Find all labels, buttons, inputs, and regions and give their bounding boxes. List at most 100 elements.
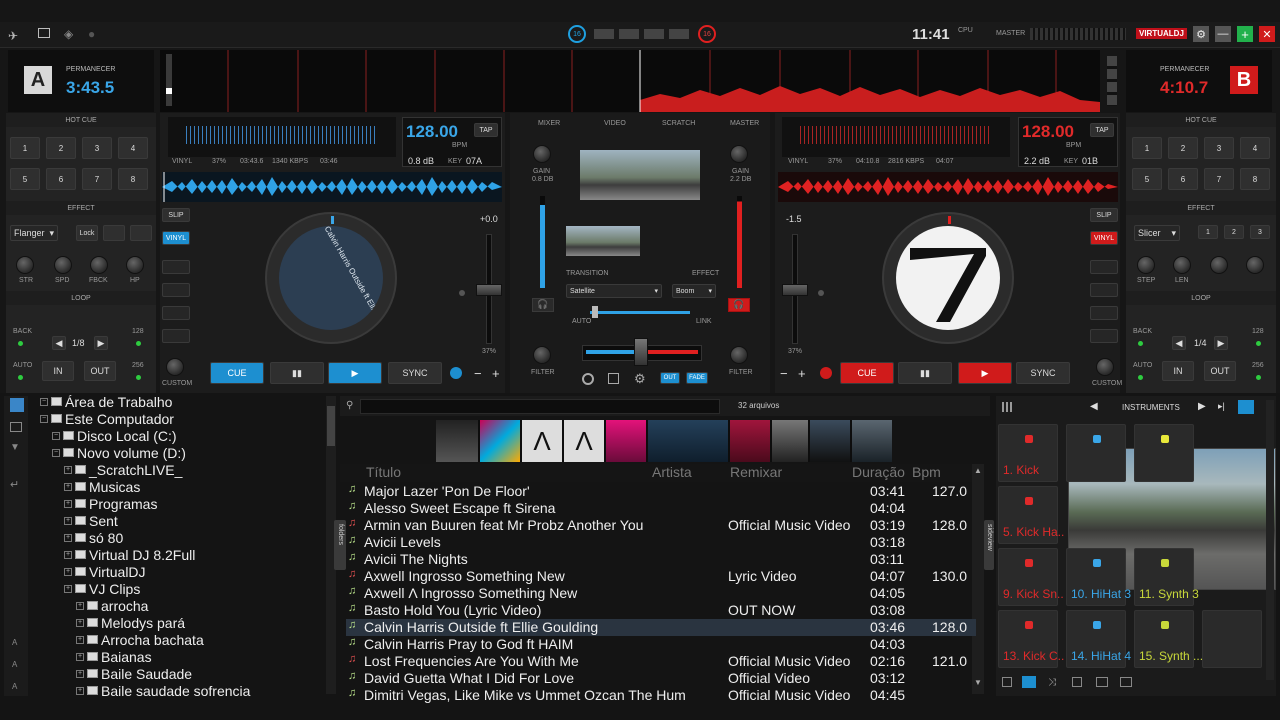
loop-prev-b[interactable]: ◀	[1172, 336, 1186, 350]
tree-item[interactable]: + Virtual DJ 8.2Full	[64, 546, 195, 563]
deck-a-pad-4[interactable]	[162, 329, 190, 343]
track-row[interactable]: ♫ Axwell Λ Ingrosso Something New 04:05	[346, 585, 976, 602]
cover-9[interactable]	[810, 420, 850, 462]
expand-icon[interactable]: +	[76, 618, 84, 627]
deck-b-pad-2[interactable]	[1090, 283, 1118, 297]
deck-b-custom-knob[interactable]	[1096, 358, 1114, 376]
deck-b-hotcue-3[interactable]: 3	[1204, 137, 1234, 159]
sampler-pad[interactable]	[1134, 424, 1194, 482]
deck-b-slip[interactable]: SLIP	[1090, 208, 1118, 222]
tree-item[interactable]: + Programas	[64, 495, 157, 512]
broadcast-icon[interactable]: ◈	[64, 27, 73, 41]
browser-filter-icon[interactable]: ▼	[10, 442, 20, 453]
deck-b-hotcue-2[interactable]: 2	[1168, 137, 1198, 159]
overview-side-buttons[interactable]	[1107, 56, 1117, 106]
track-row[interactable]: ♫ Calvin Harris Outside ft Ellie Goulding…	[346, 619, 976, 636]
loop-out-b[interactable]: OUT	[1204, 361, 1236, 381]
deck-a-play[interactable]: ▶	[328, 362, 382, 384]
back-led-b[interactable]	[1138, 341, 1143, 346]
expand-icon[interactable]: −	[40, 414, 48, 423]
sampler-next[interactable]: ▶	[1198, 401, 1206, 412]
browser-a2-icon[interactable]: A	[12, 660, 17, 669]
deck-b-pause[interactable]: ▮▮	[898, 362, 952, 384]
tree-scroll-thumb[interactable]	[327, 406, 335, 446]
n128-led-a[interactable]	[136, 341, 141, 346]
expand-icon[interactable]: +	[64, 567, 72, 576]
effect-select[interactable]: Boom ▾	[672, 284, 716, 298]
sampler-pad[interactable]: 5. Kick Ha..	[998, 486, 1064, 544]
deck-b-tap[interactable]: TAP	[1090, 123, 1114, 137]
window-icon[interactable]	[38, 28, 50, 38]
deck-a-sync-icon[interactable]	[450, 367, 462, 379]
search-input[interactable]	[360, 399, 720, 414]
expand-icon[interactable]: +	[64, 482, 72, 491]
deck-b-hotcue-6[interactable]: 6	[1168, 168, 1198, 190]
close-icon[interactable]: ✕	[1259, 26, 1275, 42]
tree-item[interactable]: + Musicas	[64, 478, 140, 495]
deck-a-hotcue-4[interactable]: 4	[118, 137, 148, 159]
deck-a-vinyl[interactable]: VINYL	[162, 231, 190, 245]
fbck-knob[interactable]	[90, 256, 108, 274]
expand-icon[interactable]: +	[64, 499, 72, 508]
n256-led-a[interactable]	[136, 375, 141, 380]
deck-a-cue[interactable]: CUE	[210, 362, 264, 384]
loop-next-b[interactable]: ▶	[1214, 336, 1228, 350]
tree-item[interactable]: + arrocha	[76, 597, 148, 614]
settings-icon[interactable]: ⚙	[1193, 26, 1209, 42]
sampler-end[interactable]: ▸|	[1218, 401, 1225, 412]
sampler-pad[interactable]: 15. Synth ...	[1134, 610, 1203, 668]
deck-b-sync[interactable]: SYNC	[1016, 362, 1070, 384]
browser-back-icon[interactable]: ↵	[10, 478, 19, 491]
deck-a-hotcue-3[interactable]: 3	[82, 137, 112, 159]
tab-master[interactable]: MASTER	[730, 120, 759, 127]
tree-item[interactable]: + Sent	[64, 512, 118, 529]
cover-3[interactable]: Λ	[522, 420, 562, 462]
tree-item[interactable]: + Baianas	[76, 648, 152, 665]
tab-video[interactable]: VIDEO	[604, 120, 626, 127]
deck-b-pad-1[interactable]	[1090, 260, 1118, 274]
sampler-pad[interactable]: 13. Kick C..	[998, 610, 1064, 668]
deck-b-sync-icon[interactable]	[820, 367, 832, 379]
fx-b-1[interactable]: 1	[1198, 225, 1218, 239]
browser-view-icon[interactable]	[10, 422, 22, 432]
browser-folder-icon[interactable]	[10, 398, 24, 412]
track-row[interactable]: ♫ David Guetta What I Did For Love Officia…	[346, 670, 976, 687]
sampler-prev[interactable]: ◀	[1090, 401, 1098, 412]
tree-item[interactable]: + Baile saudade sofrencia	[76, 682, 250, 699]
out-button[interactable]: OUT	[660, 372, 680, 384]
sampler-pad[interactable]: 1. Kick	[998, 424, 1058, 482]
track-row[interactable]: ♫ Alesso Sweet Escape ft Sirena 04:04	[346, 500, 976, 517]
sampler-pad[interactable]: 11. Synth 3	[1134, 548, 1199, 606]
effect-btn-a3[interactable]	[130, 225, 152, 241]
deck-a-hotcue-1[interactable]: 1	[10, 137, 40, 159]
deck-b-pad-3[interactable]	[1090, 306, 1118, 320]
expand-icon[interactable]: +	[64, 516, 72, 525]
effect-select-a[interactable]: Flanger ▾	[10, 225, 58, 241]
track-row[interactable]: ♫ Dimitri Vegas, Like Mike vs Ummet Ozcan…	[346, 687, 976, 704]
track-row[interactable]: ♫ Armin van Buuren feat Mr Probz Another …	[346, 517, 976, 534]
crossfader-handle[interactable]	[634, 338, 648, 366]
cover-10[interactable]	[852, 420, 892, 462]
hp-knob[interactable]	[126, 256, 144, 274]
cover-2[interactable]	[480, 420, 520, 462]
tree-item[interactable]: − Este Computador	[40, 410, 174, 427]
tree-item[interactable]: − Área de Trabalho	[40, 393, 172, 410]
track-scroll-up[interactable]: ▲	[974, 466, 982, 475]
sampler-f5-icon[interactable]	[1096, 677, 1108, 687]
deck-b-waveform[interactable]	[778, 172, 1118, 202]
deck-a-pitch-led[interactable]	[459, 290, 465, 296]
deck-a-hotcue-5[interactable]: 5	[10, 168, 40, 190]
deck-a-slip[interactable]: SLIP	[162, 208, 190, 222]
auto-led-a[interactable]	[18, 375, 23, 380]
deck-a-hotcue-6[interactable]: 6	[46, 168, 76, 190]
sampler-bank[interactable]: INSTRUMENTS	[1122, 403, 1180, 412]
tab-scratch[interactable]: SCRATCH	[662, 120, 695, 127]
fx-knob-b3[interactable]	[1210, 256, 1228, 274]
deck-a-hotcue-8[interactable]: 8	[118, 168, 148, 190]
deck-a-waveform[interactable]	[162, 172, 502, 202]
tree-item[interactable]: + Melodys pará	[76, 614, 185, 631]
expand-icon[interactable]: −	[40, 397, 48, 406]
loop-next-a[interactable]: ▶	[94, 336, 108, 350]
cover-8[interactable]	[772, 420, 808, 462]
folders-tab[interactable]: folders	[334, 520, 346, 570]
